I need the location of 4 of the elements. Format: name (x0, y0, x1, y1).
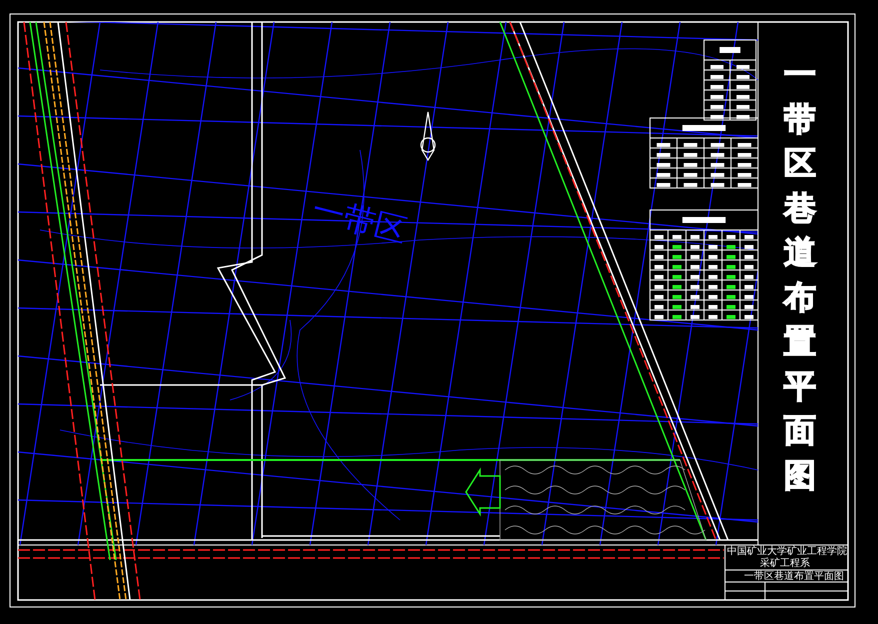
sheet-title: 一带区巷道布置平面图 (744, 571, 844, 583)
school-name: 中国矿业大学矿业工程学院 (727, 546, 847, 558)
department-name: 采矿工程系 (760, 558, 810, 570)
drawing-title: 一带区巷道布置平面图 (784, 54, 816, 496)
